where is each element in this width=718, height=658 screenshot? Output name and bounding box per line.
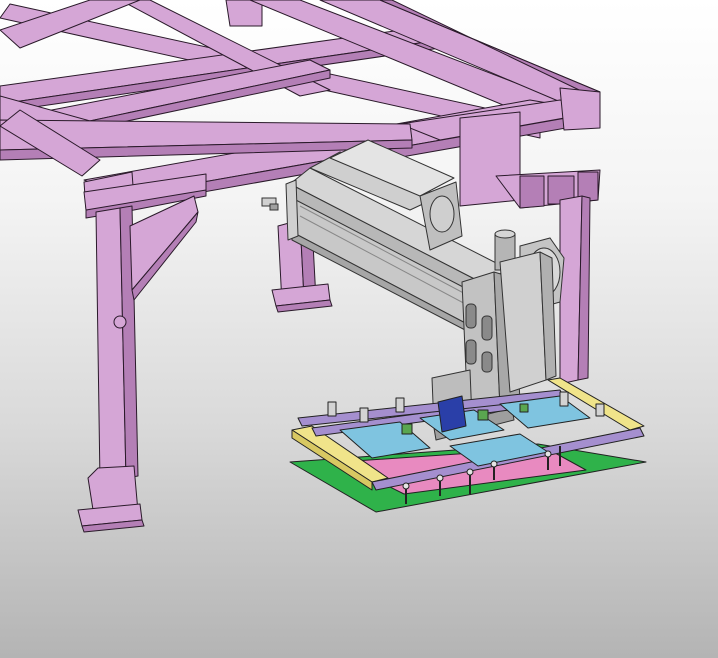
- rail-end-bracket: [261, 197, 279, 211]
- cad-scene: [0, 0, 647, 533]
- front-left-leg: [77, 171, 207, 533]
- cad-viewport[interactable]: [0, 0, 718, 658]
- gripper-icon: [437, 395, 467, 433]
- back-top-post: [225, 0, 263, 27]
